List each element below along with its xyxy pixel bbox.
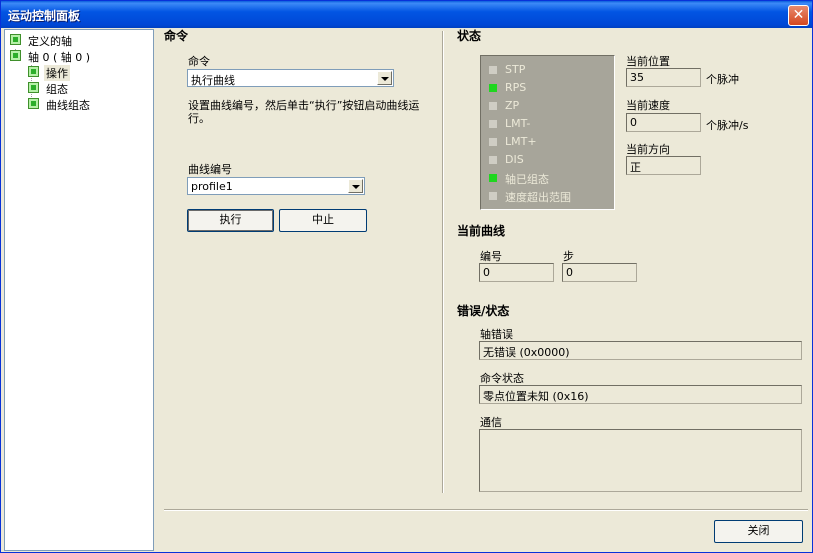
current-position-label: 当前位置 bbox=[626, 55, 670, 68]
led-label: ZP bbox=[505, 99, 520, 112]
tree-item-label: 曲线组态 bbox=[46, 99, 90, 112]
tree-item-label: 定义的轴 bbox=[28, 35, 72, 48]
current-direction-label: 当前方向 bbox=[626, 143, 670, 156]
abort-button[interactable]: 中止 bbox=[279, 209, 367, 232]
profile-step-label: 步 bbox=[563, 250, 574, 263]
command-select[interactable]: 执行曲线 bbox=[187, 69, 394, 87]
command-status-value: 零点位置未知 (0x16) bbox=[483, 390, 589, 403]
profile-number-status-value: 0 bbox=[483, 266, 490, 279]
led-label: LMT- bbox=[505, 117, 531, 130]
command-select-value: 执行曲线 bbox=[191, 74, 235, 87]
close-button[interactable]: 关闭 bbox=[714, 520, 803, 543]
profile-step-value: 0 bbox=[566, 266, 573, 279]
profile-number-label: 曲线编号 bbox=[188, 163, 232, 176]
communication-label: 通信 bbox=[480, 416, 502, 429]
led-label: RPS bbox=[505, 81, 527, 94]
led-label: STP bbox=[505, 63, 526, 76]
command-section-title: 命令 bbox=[164, 29, 189, 43]
execute-button[interactable]: 执行 bbox=[187, 209, 274, 232]
command-hint-line-2: 行。 bbox=[188, 112, 210, 125]
command-status-label: 命令状态 bbox=[480, 372, 524, 385]
axis-tree[interactable]: 定义的轴 轴 0 ( 轴 0 ) 操作 组态 曲线组态 bbox=[4, 29, 154, 551]
led-indicator-icon bbox=[489, 156, 497, 164]
chevron-down-icon[interactable] bbox=[377, 71, 392, 85]
axis-node-icon bbox=[10, 34, 21, 45]
led-indicator-icon bbox=[489, 174, 497, 182]
title-bar[interactable]: 运动控制面板 ✕ bbox=[1, 1, 812, 28]
led-label: LMT+ bbox=[505, 135, 537, 148]
led-indicator-icon bbox=[489, 84, 497, 92]
current-direction-value: 正 bbox=[630, 161, 641, 174]
status-led-panel: STP RPS ZP LMT- LMT+ DIS 轴已组态 速度超出范围 bbox=[480, 55, 615, 210]
window-title: 运动控制面板 bbox=[8, 9, 81, 23]
led-indicator-icon bbox=[489, 192, 497, 200]
axis-error-value: 无错误 (0x0000) bbox=[483, 346, 570, 359]
profile-node-icon bbox=[28, 98, 39, 109]
profile-number-select[interactable]: profile1 bbox=[187, 177, 365, 195]
footer-divider bbox=[164, 509, 808, 511]
command-status-field: 零点位置未知 (0x16) bbox=[479, 385, 802, 404]
motion-control-panel-window: 运动控制面板 ✕ 定义的轴 轴 0 ( 轴 0 ) 操作 组态 曲线组态 命令 … bbox=[0, 0, 813, 553]
current-direction-field: 正 bbox=[626, 156, 701, 175]
operation-node-icon bbox=[28, 66, 39, 77]
command-hint-line-1: 设置曲线编号，然后单击“执行”按钮启动曲线运 bbox=[188, 99, 420, 112]
axis-error-label: 轴错误 bbox=[480, 328, 513, 341]
led-indicator-icon bbox=[489, 102, 497, 110]
profile-number-status-field: 0 bbox=[479, 263, 554, 282]
current-position-field: 35 bbox=[626, 68, 701, 87]
axis-error-field: 无错误 (0x0000) bbox=[479, 341, 802, 360]
configuration-node-icon bbox=[28, 82, 39, 93]
current-speed-label: 当前速度 bbox=[626, 99, 670, 112]
communication-field bbox=[479, 429, 802, 492]
current-speed-field: 0 bbox=[626, 113, 701, 132]
profile-number-value: profile1 bbox=[191, 180, 233, 193]
profile-number-status-label: 编号 bbox=[480, 250, 502, 263]
profile-step-field: 0 bbox=[562, 263, 637, 282]
errors-section-title: 错误/状态 bbox=[457, 304, 510, 318]
current-speed-value: 0 bbox=[630, 116, 637, 129]
tree-item-label: 组态 bbox=[46, 83, 68, 96]
current-profile-section-title: 当前曲线 bbox=[457, 224, 506, 238]
vertical-divider bbox=[442, 31, 444, 493]
current-position-value: 35 bbox=[630, 71, 644, 84]
tree-item-label: 操作 bbox=[44, 65, 70, 81]
tree-item-label: 轴 0 ( 轴 0 ) bbox=[28, 51, 91, 64]
command-label: 命令 bbox=[188, 55, 210, 68]
led-label: 速度超出范围 bbox=[505, 191, 571, 204]
chevron-down-icon[interactable] bbox=[348, 179, 363, 193]
led-indicator-icon bbox=[489, 138, 497, 146]
status-section-title: 状态 bbox=[457, 29, 482, 43]
led-label: DIS bbox=[505, 153, 524, 166]
position-unit: 个脉冲 bbox=[706, 73, 739, 86]
led-label: 轴已组态 bbox=[505, 173, 549, 186]
led-indicator-icon bbox=[489, 66, 497, 74]
led-indicator-icon bbox=[489, 120, 497, 128]
axis-node-icon bbox=[10, 50, 21, 61]
speed-unit: 个脉冲/s bbox=[706, 119, 749, 132]
close-icon[interactable]: ✕ bbox=[788, 5, 809, 26]
